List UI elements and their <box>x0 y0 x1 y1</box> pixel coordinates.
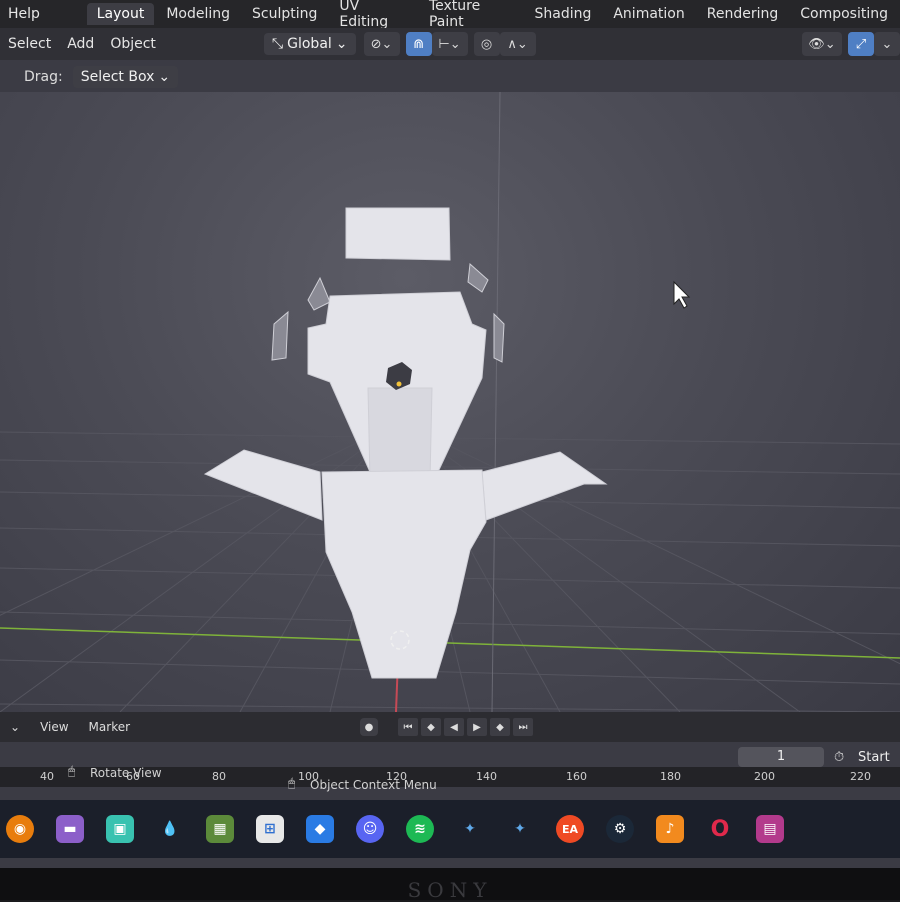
snap-target-icon[interactable]: ⊢⌄ <box>431 32 468 56</box>
tab-rendering[interactable]: Rendering <box>697 3 789 25</box>
prev-keyframe-icon[interactable]: ◆ <box>421 718 442 736</box>
chevron-down-icon: ⌄ <box>158 69 171 85</box>
origin-dot <box>396 381 402 387</box>
app-icon[interactable]: ▣ <box>106 815 134 843</box>
timeline-view-menu[interactable]: View <box>30 720 78 734</box>
jump-start-icon[interactable]: ⏮ <box>398 718 419 736</box>
opera-icon[interactable]: O <box>706 815 734 843</box>
tab-modeling[interactable]: Modeling <box>156 3 240 25</box>
status-object-context-menu: Object Context Menu <box>310 778 437 792</box>
fl-studio-icon[interactable]: ♪ <box>656 815 684 843</box>
blender-launcher-icon[interactable]: ✦ <box>456 815 484 843</box>
status-bar: 🖱 Rotate View 🖱 Object Context Menu <box>0 760 900 792</box>
mouse-right-icon: 🖱 <box>288 776 296 790</box>
viewport-scene <box>0 92 900 712</box>
pivot-point-icon[interactable]: ⊘⌄ <box>363 32 400 56</box>
character-mesh[interactable] <box>203 207 608 679</box>
tab-compositing[interactable]: Compositing <box>790 3 898 25</box>
select-menu[interactable]: Select <box>0 36 59 52</box>
gizmo-dropdown-icon[interactable]: ⌄ <box>874 32 900 56</box>
timeline-header: ⌄ View Marker ● ⏮ ◆ ◀ ▶ ◆ ⏭ <box>0 712 900 742</box>
tool-settings: Drag: Select Box ⌄ <box>0 62 179 92</box>
timeline-marker-menu[interactable]: Marker <box>79 720 140 734</box>
drag-value: Select Box <box>80 69 155 85</box>
blender-launcher-2-icon[interactable]: ✦ <box>506 815 534 843</box>
chevron-down-icon: ⌄ <box>335 36 348 52</box>
spotify-icon[interactable]: ≋ <box>406 815 434 843</box>
tab-sculpting[interactable]: Sculpting <box>242 3 327 25</box>
taskbar: ◉ ▬ ▣ 💧 ▦ ⊞ ◆ ☺ ≋ ✦ ✦ EA ⚙ ♪ O ▤ <box>0 800 900 858</box>
drag-dropdown[interactable]: Select Box ⌄ <box>72 66 179 88</box>
winrar-icon[interactable]: ▤ <box>756 815 784 843</box>
blender-icon[interactable]: ◉ <box>6 815 34 843</box>
discord-icon[interactable]: ☺ <box>356 815 384 843</box>
tab-layout[interactable]: Layout <box>86 3 155 25</box>
z-axis-line <box>491 92 501 712</box>
visibility-icon[interactable]: 👁⌄ <box>802 32 842 56</box>
steam-icon[interactable]: ⚙ <box>606 815 634 843</box>
orientation-value: Global <box>287 36 332 52</box>
proportional-edit-icon[interactable]: ◎ <box>473 32 500 56</box>
add-menu[interactable]: Add <box>59 36 102 52</box>
gizmo-icon[interactable]: ⤢ <box>848 32 874 56</box>
drop-icon[interactable]: 💧 <box>156 815 184 843</box>
drag-label: Drag: <box>24 69 63 85</box>
record-icon[interactable]: ● <box>360 718 379 736</box>
monitor-brand: SONY <box>407 878 493 902</box>
viewport-header: Select Add Object ⤡ Global ⌄ ⊘⌄ ⋒ ⊢⌄ ◎ ∧… <box>0 28 900 60</box>
mouse-icon: 🖱 <box>68 764 76 778</box>
playback-controls: ⏮ ◆ ◀ ▶ ◆ ⏭ <box>398 718 534 736</box>
next-keyframe-icon[interactable]: ◆ <box>490 718 511 736</box>
tab-animation[interactable]: Animation <box>603 3 694 25</box>
roblox-icon[interactable]: ◆ <box>306 815 334 843</box>
falloff-icon[interactable]: ∧⌄ <box>499 32 536 56</box>
orientation-dropdown[interactable]: ⤡ Global ⌄ <box>263 33 356 55</box>
chevron-down-icon[interactable]: ⌄ <box>0 720 30 734</box>
object-menu[interactable]: Object <box>102 36 164 52</box>
store-icon[interactable]: ⊞ <box>256 815 284 843</box>
play-icon[interactable]: ▶ <box>467 718 488 736</box>
tab-shading[interactable]: Shading <box>524 3 601 25</box>
play-reverse-icon[interactable]: ◀ <box>444 718 465 736</box>
workspace-bar: Help Layout Modeling Sculpting UV Editin… <box>0 0 900 30</box>
3d-viewport[interactable] <box>0 92 900 712</box>
help-menu[interactable]: Help <box>0 6 48 22</box>
status-rotate-view: Rotate View <box>90 766 162 780</box>
minecraft-icon[interactable]: ▦ <box>206 815 234 843</box>
mouse-pointer-icon <box>673 280 691 309</box>
transform-orientation-icon: ⤡ <box>271 36 284 52</box>
snap-icon[interactable]: ⋒ <box>405 32 432 56</box>
files-icon[interactable]: ▬ <box>56 815 84 843</box>
ea-icon[interactable]: EA <box>556 815 584 843</box>
blender-window: Help Layout Modeling Sculpting UV Editin… <box>0 0 900 868</box>
jump-end-icon[interactable]: ⏭ <box>513 718 534 736</box>
